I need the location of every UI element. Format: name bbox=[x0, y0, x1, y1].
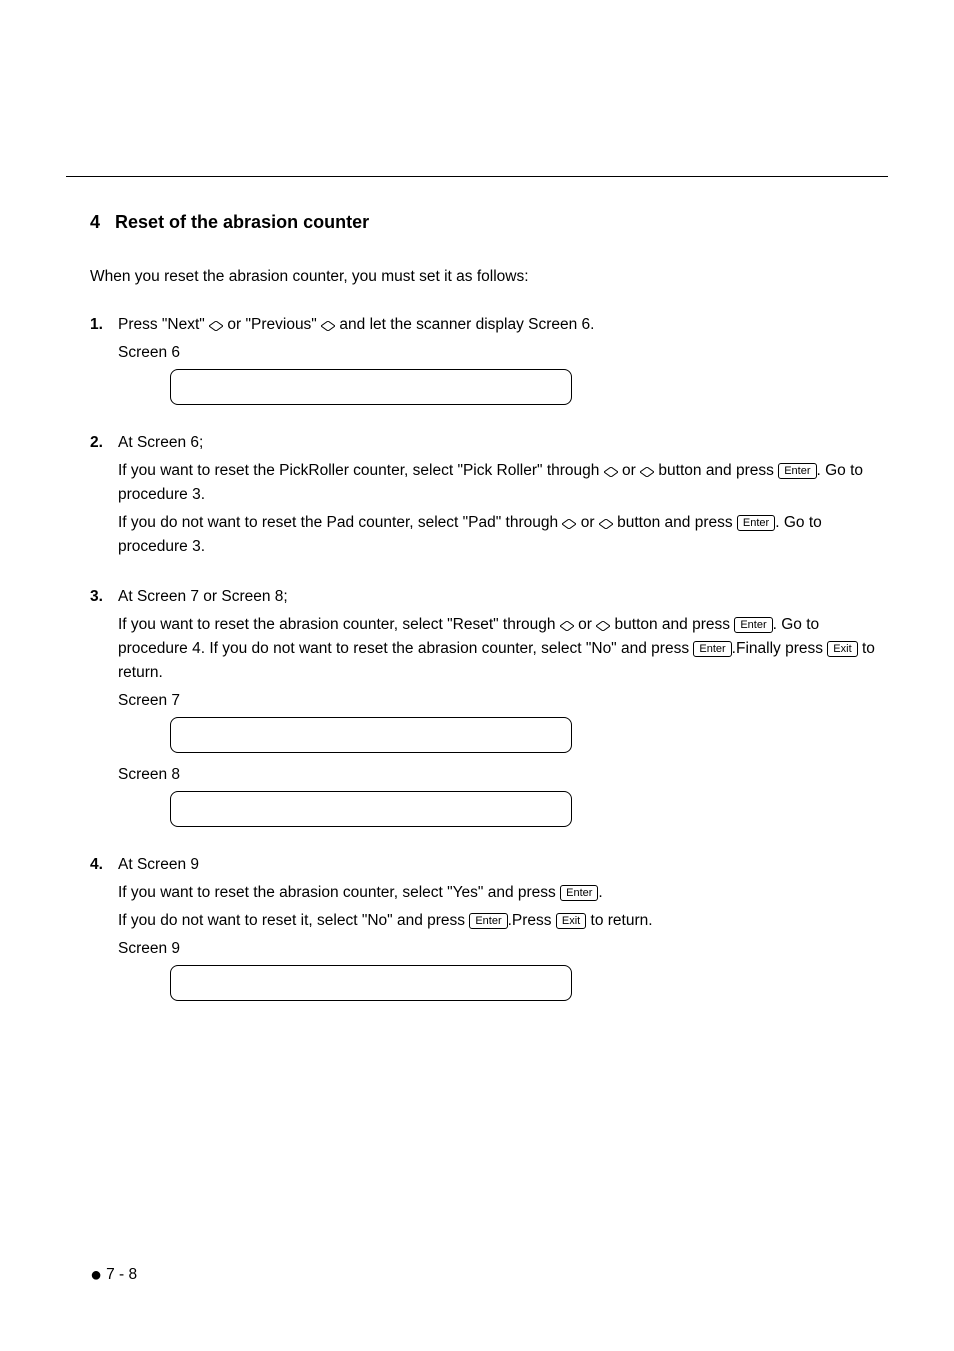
page: 4 Reset of the abrasion counter When you… bbox=[0, 0, 954, 1351]
screen-7-box bbox=[170, 717, 572, 753]
bullet-icon: ● bbox=[90, 1264, 102, 1286]
text-fragment: or bbox=[576, 514, 598, 531]
diamond-icon bbox=[560, 621, 574, 631]
screen-9-label: Screen 9 bbox=[118, 937, 888, 961]
step-1: 1. Press "Next" or "Previous" and let th… bbox=[90, 313, 888, 405]
screen-8-label: Screen 8 bbox=[118, 763, 888, 787]
step-3-number: 3. bbox=[90, 585, 103, 609]
step-4-p1: If you want to reset the abrasion counte… bbox=[118, 881, 888, 905]
step-4-number: 4. bbox=[90, 853, 103, 877]
enter-key: Enter bbox=[778, 463, 816, 479]
text-fragment: button and press bbox=[610, 616, 734, 633]
step-3-p1: If you want to reset the abrasion counte… bbox=[118, 613, 888, 685]
screen-8-box bbox=[170, 791, 572, 827]
step-2-p1: If you want to reset the PickRoller coun… bbox=[118, 459, 888, 507]
step-2-number: 2. bbox=[90, 431, 103, 455]
diamond-icon bbox=[596, 621, 610, 631]
text-fragment: If you want to reset the abrasion counte… bbox=[118, 616, 560, 633]
text-fragment: If you do not want to reset the Pad coun… bbox=[118, 514, 562, 531]
step-4-title: At Screen 9 bbox=[118, 853, 888, 877]
enter-key: Enter bbox=[734, 617, 772, 633]
step-2-p2: If you do not want to reset the Pad coun… bbox=[118, 511, 888, 559]
step-3-title: At Screen 7 or Screen 8; bbox=[118, 585, 888, 609]
exit-key: Exit bbox=[556, 913, 586, 929]
text-fragment: button and press bbox=[613, 514, 737, 531]
step-3-body: At Screen 7 or Screen 8; If you want to … bbox=[118, 585, 888, 827]
diamond-icon bbox=[604, 467, 618, 477]
section-heading: 4 Reset of the abrasion counter bbox=[90, 209, 888, 237]
screen-6-box bbox=[170, 369, 572, 405]
content-area: 4 Reset of the abrasion counter When you… bbox=[0, 177, 954, 1001]
diamond-icon bbox=[599, 519, 613, 529]
text-fragment: .Press bbox=[508, 912, 556, 929]
diamond-icon bbox=[562, 519, 576, 529]
enter-key: Enter bbox=[469, 913, 507, 929]
step-1-body: Press "Next" or "Previous" and let the s… bbox=[118, 313, 888, 405]
text-fragment: Press "Next" bbox=[118, 316, 209, 333]
text-fragment: .Finally press bbox=[732, 640, 828, 657]
step-4-body: At Screen 9 If you want to reset the abr… bbox=[118, 853, 888, 1001]
text-fragment: button and press bbox=[654, 462, 778, 479]
diamond-icon bbox=[321, 321, 335, 331]
text-fragment: If you do not want to reset it, select "… bbox=[118, 912, 469, 929]
screen-9-box bbox=[170, 965, 572, 1001]
text-fragment: . bbox=[598, 884, 602, 901]
heading-number: 4 bbox=[90, 212, 100, 232]
step-2: 2. At Screen 6; If you want to reset the… bbox=[90, 431, 888, 559]
exit-key: Exit bbox=[827, 641, 857, 657]
enter-key: Enter bbox=[560, 885, 598, 901]
text-fragment: If you want to reset the abrasion counte… bbox=[118, 884, 560, 901]
text-fragment: or "Previous" bbox=[223, 316, 321, 333]
screen-7-label: Screen 7 bbox=[118, 689, 888, 713]
text-fragment: If you want to reset the PickRoller coun… bbox=[118, 462, 604, 479]
text-fragment: and let the scanner display Screen 6. bbox=[335, 316, 594, 333]
step-2-title: At Screen 6; bbox=[118, 431, 888, 455]
step-1-text: Press "Next" or "Previous" and let the s… bbox=[118, 313, 888, 337]
intro-text: When you reset the abrasion counter, you… bbox=[90, 265, 888, 289]
step-2-body: At Screen 6; If you want to reset the Pi… bbox=[118, 431, 888, 559]
heading-title: Reset of the abrasion counter bbox=[115, 212, 369, 232]
screen-6-label: Screen 6 bbox=[118, 341, 888, 365]
enter-key: Enter bbox=[737, 515, 775, 531]
text-fragment: to return. bbox=[586, 912, 652, 929]
text-fragment: or bbox=[574, 616, 596, 633]
page-footer: ●7 - 8 bbox=[90, 1260, 137, 1291]
step-4: 4. At Screen 9 If you want to reset the … bbox=[90, 853, 888, 1001]
enter-key: Enter bbox=[693, 641, 731, 657]
step-1-number: 1. bbox=[90, 313, 103, 337]
page-number: 7 - 8 bbox=[106, 1266, 137, 1283]
step-list: 1. Press "Next" or "Previous" and let th… bbox=[90, 313, 888, 1001]
text-fragment: or bbox=[618, 462, 640, 479]
diamond-icon bbox=[209, 321, 223, 331]
step-3: 3. At Screen 7 or Screen 8; If you want … bbox=[90, 585, 888, 827]
step-4-p2: If you do not want to reset it, select "… bbox=[118, 909, 888, 933]
diamond-icon bbox=[640, 467, 654, 477]
